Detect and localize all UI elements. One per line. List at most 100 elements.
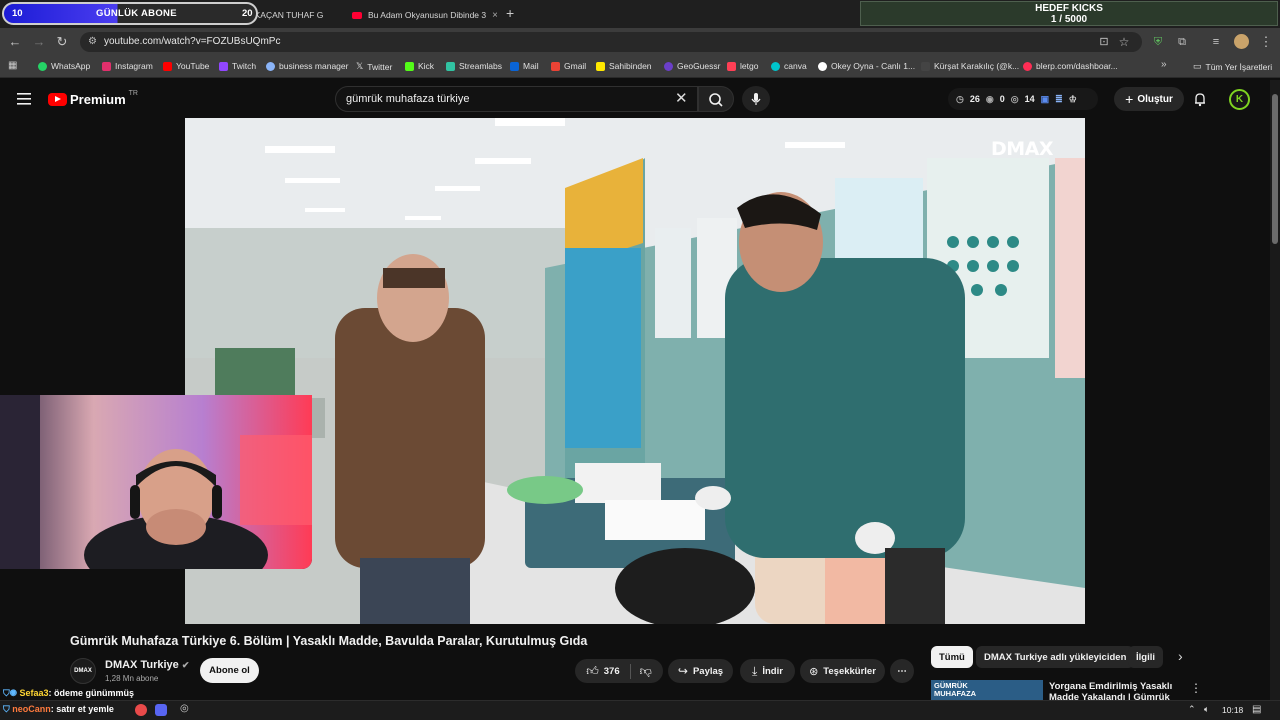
meta-icon <box>266 61 275 71</box>
bookmark-instagram[interactable]: Instagram <box>102 61 153 71</box>
kick-icon <box>405 61 414 71</box>
obs-icon[interactable]: ◎ <box>180 703 189 714</box>
bookmark-mail[interactable]: Mail <box>510 61 539 71</box>
dislike-button-icon[interactable]: 👎︎ <box>636 664 652 679</box>
chips-next-chevron-icon[interactable]: › <box>1178 648 1183 664</box>
extension-blue-icon: ▣ <box>1040 93 1050 104</box>
close-tab-icon[interactable]: × <box>492 10 497 21</box>
bookmark-twitter[interactable]: 𝕏 Twitter <box>356 61 392 72</box>
bookmark-kursat[interactable]: Kürşat Karakılıç (@k... <box>921 61 1019 71</box>
extension-stats-bar[interactable]: ◷ 26 ◉ 0 ◎ 14 ▣ ≣ ♔ <box>948 88 1098 110</box>
bookmark-sahibinden[interactable]: Sahibinden <box>596 61 652 71</box>
forward-icon[interactable]: → <box>31 34 47 50</box>
notifications-bell-icon[interactable] <box>1192 91 1208 107</box>
bookmark-business-manager[interactable]: business manager <box>266 61 348 71</box>
youtube-icon <box>163 61 172 71</box>
bookmark-youtube[interactable]: YouTube <box>163 61 209 71</box>
address-bar[interactable]: ⚙ youtube.com/watch?v=FOZUBsUQmPc <box>80 32 1142 52</box>
channel-avatar[interactable]: DMAX <box>70 658 96 684</box>
bookmark-label: Sahibinden <box>609 61 652 71</box>
account-avatar[interactable]: K <box>1229 89 1250 110</box>
thanks-dollar-icon: ⊛ <box>809 665 819 678</box>
folder-icon: ▭ <box>1193 61 1202 71</box>
bookmark-geoguessr[interactable]: GeoGuessr <box>664 61 720 71</box>
extensions-puzzle-icon[interactable]: ⧉ <box>1174 34 1190 50</box>
kicks-goal-label: HEDEF KICKS <box>1035 3 1103 14</box>
chip-related[interactable]: İlgili <box>1128 646 1163 668</box>
all-bookmarks-folder[interactable]: ▭ Tüm Yer İşaretleri <box>1193 61 1272 72</box>
related-more-icon[interactable]: ⋮ <box>1190 681 1202 695</box>
notification-center-icon[interactable]: ▤ <box>1252 704 1261 715</box>
page-scrollbar-thumb[interactable] <box>1272 94 1278 244</box>
search-input[interactable]: gümrük muhafaza türkiye ✕ <box>335 86 698 112</box>
related-video-thumbnail[interactable]: GÜMRÜK MUHAFAZA <box>931 680 1043 702</box>
bookmark-label: canva <box>784 61 807 71</box>
stat-value: 26 <box>969 94 980 104</box>
back-icon[interactable]: ← <box>7 34 23 50</box>
thanks-button[interactable]: ⊛ Teşekkürler <box>800 659 885 683</box>
subscribe-button[interactable]: Abone ol <box>200 658 259 683</box>
stat-value: 0 <box>999 94 1005 104</box>
bookmark-kick[interactable]: Kick <box>405 61 434 71</box>
bookmark-label: Streamlabs <box>459 61 502 71</box>
bookmark-label: Tüm Yer İşaretleri <box>1205 61 1273 72</box>
search-button[interactable] <box>698 86 734 112</box>
bookmark-label: Instagram <box>115 61 153 71</box>
bookmark-canva[interactable]: canva <box>771 61 807 71</box>
sub-goal-target: 20 <box>242 8 253 19</box>
channel-name[interactable]: DMAX Turkiye ✔ <box>105 659 189 671</box>
reload-icon[interactable]: ↻ <box>54 34 70 50</box>
chat-badge-icon: ⛉ <box>3 704 10 714</box>
new-tab-icon[interactable]: + <box>506 5 514 21</box>
bookmark-blerp[interactable]: blerp.com/dashboar... <box>1023 61 1118 71</box>
thanks-label: Teşekkürler <box>823 665 876 677</box>
bookmark-twitch[interactable]: Twitch <box>219 61 256 71</box>
bookmark-whatsapp[interactable]: WhatsApp <box>38 61 90 71</box>
reading-list-icon[interactable]: ≡ <box>1208 34 1224 50</box>
thumbs-up-icon: 👍︎ <box>586 663 599 678</box>
bookmark-letgo[interactable]: letgo <box>727 61 758 71</box>
create-button[interactable]: + Oluştur <box>1114 87 1184 111</box>
bookmark-gmail[interactable]: Gmail <box>551 61 586 71</box>
chip-all[interactable]: Tümü <box>931 646 973 668</box>
chat-text: : ödeme günümmüş <box>48 688 135 698</box>
search-query: gümrük muhafaza türkiye <box>346 93 470 105</box>
clear-search-icon[interactable]: ✕ <box>675 87 688 111</box>
channel-name-text: DMAX Turkiye <box>105 659 179 671</box>
menu-hamburger-icon[interactable] <box>17 92 31 105</box>
sub-goal-current: 10 <box>12 8 23 19</box>
stat-value: 14 <box>1024 94 1035 104</box>
chat-username: Sefaa3 <box>19 688 49 698</box>
tray-up-chevron-icon[interactable]: ⌃ <box>1188 704 1196 715</box>
discord-icon[interactable] <box>155 704 167 716</box>
video-player[interactable]: DMAX <box>185 118 1085 624</box>
voice-search-button[interactable] <box>742 86 770 112</box>
chip-from-uploader[interactable]: DMAX Turkiye adlı yükleyiciden <box>976 646 1135 668</box>
browser-menu-icon[interactable]: ⋮ <box>1258 34 1274 50</box>
more-actions-button[interactable]: ⋯ <box>890 659 914 683</box>
like-button[interactable]: 👍︎ 376 <box>586 663 631 679</box>
windows-taskbar: ◎ ⌃ 🔈︎ 10:18 ▤ <box>0 700 1280 720</box>
apps-grid-icon[interactable]: ▦ <box>8 60 17 71</box>
bookmark-star-icon[interactable]: ☆ <box>1116 34 1132 50</box>
related-video-title[interactable]: Yorgana Emdirilmiş Yasaklı Madde Yakalan… <box>1049 681 1177 700</box>
extension-shield-icon[interactable]: ⛨ <box>1150 34 1166 50</box>
download-button[interactable]: ⤓ İndir <box>740 659 795 683</box>
profile-avatar[interactable] <box>1234 34 1249 49</box>
tab-title: Bu Adam Okyanusun Dibinde 3 <box>368 10 487 20</box>
site-info-icon[interactable]: ⚙ <box>88 32 97 52</box>
share-button[interactable]: ↪ Paylaş <box>668 659 733 683</box>
instagram-icon <box>102 61 111 71</box>
bookmark-streamlabs[interactable]: Streamlabs <box>446 61 502 71</box>
plus-icon: + <box>1125 91 1134 107</box>
more-bookmarks-icon[interactable]: » <box>1161 59 1167 70</box>
bookmark-okey[interactable]: Okey Oyna - Canlı 1... <box>818 61 915 71</box>
like-dislike-group: 👍︎ 376 👎︎ <box>575 659 663 683</box>
youtube-premium-logo[interactable]: Premium TR <box>48 90 138 107</box>
region-code: TR <box>128 90 138 97</box>
browser-tab[interactable]: Bu Adam Okyanusun Dibinde 3 × <box>342 4 497 26</box>
volume-icon[interactable]: 🔈︎ <box>1204 704 1209 715</box>
taskbar-app-icon[interactable] <box>135 704 147 716</box>
bookmark-label: Gmail <box>564 61 587 71</box>
install-app-icon[interactable]: ⊡ <box>1096 34 1112 50</box>
